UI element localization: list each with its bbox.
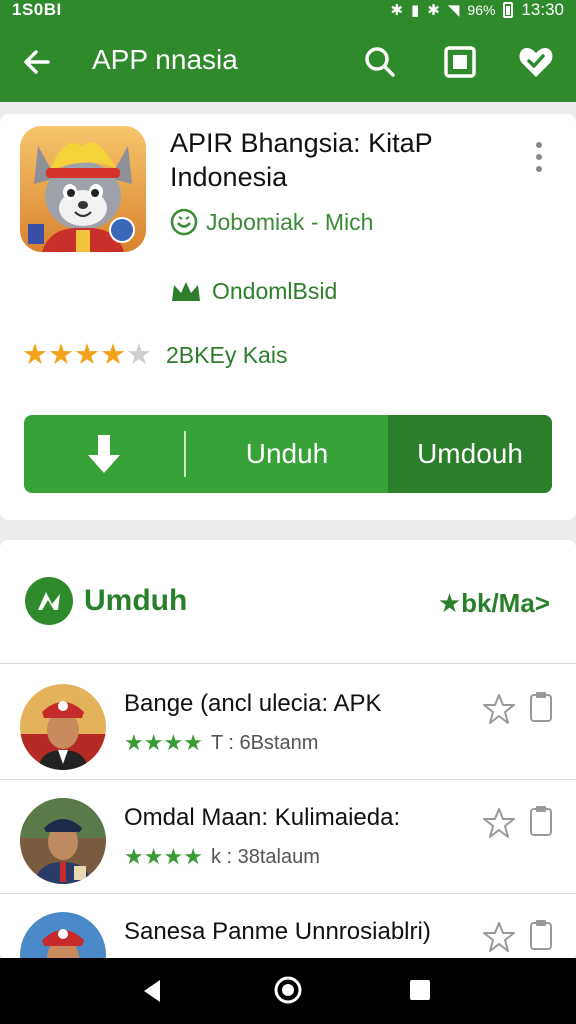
app-title: APIR Bhangsia: KitaP Indonesia [170, 128, 433, 192]
item-title: Sanesa Panme Unnrosiablri) [124, 918, 431, 945]
square-recents-icon [410, 980, 430, 1000]
star-icon: ★ [100, 339, 126, 371]
status-time: 13:30 [521, 0, 564, 19]
clipboard-button[interactable] [528, 918, 554, 952]
favorite-button[interactable] [482, 692, 516, 726]
star-outline-icon [483, 694, 515, 724]
developer-name: Jobomiak - Mich [206, 208, 374, 235]
star-outline-icon [483, 808, 515, 838]
section-header: Umduh ★bk/Ma> [0, 540, 576, 664]
system-nav-bar [0, 958, 576, 1024]
star-icon: ★ [124, 730, 144, 755]
clipboard-icon [530, 692, 552, 722]
star-icon: ★ [74, 339, 100, 371]
clipboard-button[interactable] [528, 690, 554, 724]
avatar [20, 798, 106, 884]
search-button[interactable] [360, 42, 400, 82]
avatar-image [20, 912, 106, 960]
triangle-back-icon [144, 980, 160, 1002]
list-item[interactable]: Bange (ancl ulecia: APK ★ ★ ★ ★ T : 6Bst… [0, 666, 576, 780]
avatar-image [20, 684, 106, 770]
related-apps-section: Umduh ★bk/Ma> Bange (ancl ulecia: APK ★ … [0, 540, 576, 960]
unduh-button[interactable]: Unduh [186, 415, 388, 493]
rating-row: ★ ★ ★ ★ ★ 2BKEy Kais [22, 340, 287, 370]
item-rating: ★ ★ ★ ★ T : 6Bstanm [124, 728, 318, 758]
status-bar: 1S0BI ✱ ▮ ✱ ◥ 96% 13:30 [0, 0, 576, 22]
play-leaf-icon [25, 577, 73, 625]
star-empty-icon: ★ [126, 339, 152, 371]
tab-window-icon [444, 46, 476, 78]
wifi-icon: ◥ [447, 2, 460, 19]
circle-home-icon [274, 976, 302, 1004]
star-icon: ★ [163, 730, 184, 755]
star-icon: ★ [124, 844, 144, 869]
avatar [20, 684, 106, 770]
favorite-button[interactable] [482, 920, 516, 954]
wishlist-button[interactable] [516, 42, 556, 82]
item-title: Bange (ancl ulecia: APK [124, 690, 382, 717]
bluetooth-icon: ✱ [390, 2, 404, 19]
nav-recents-button[interactable] [406, 976, 434, 1004]
install-bar: Unduh Umdouh [24, 415, 552, 493]
smiley-icon [170, 208, 198, 236]
star-icon: ★ [143, 730, 164, 755]
item-meta: k : 38talaum [210, 845, 320, 868]
app-bar: APP nnasia [0, 30, 576, 92]
avatar [20, 912, 106, 960]
category-label: OndomlBsid [212, 278, 338, 304]
star-icon: ★ [183, 844, 203, 869]
nav-back-button[interactable] [138, 976, 168, 1006]
star-icon: ★ [22, 339, 48, 371]
list-item[interactable]: Sanesa Panme Unnrosiablri) [0, 894, 576, 960]
tabs-button[interactable] [440, 42, 480, 82]
status-icons: ✱ ▮ ✱ ◥ 96% 13:30 [390, 0, 564, 20]
more-vert-icon [536, 142, 542, 172]
vibrate-icon: ▮ [411, 2, 420, 19]
app-bar-title: APP nnasia [92, 44, 238, 75]
rating-count: 2BKEy Kais [166, 341, 288, 368]
battery-percent: 96% [467, 2, 496, 18]
category-row[interactable]: OndomlBsid [170, 278, 337, 305]
search-icon [365, 47, 395, 77]
back-arrow-icon [24, 50, 50, 74]
bluetooth-alt-icon: ✱ [427, 2, 440, 19]
developer-row[interactable]: Jobomiak - Mich [170, 208, 373, 236]
download-arrow-icon [88, 435, 120, 473]
clipboard-icon [530, 806, 552, 836]
clipboard-icon [530, 920, 552, 950]
favorite-button[interactable] [482, 806, 516, 840]
star-icon: ★ [143, 844, 164, 869]
list-item[interactable]: Omdal Maan: Kulimaieda: ★ ★ ★ ★ k : 38ta… [0, 780, 576, 894]
star-icon: ★ [183, 730, 203, 755]
item-title: Omdal Maan: Kulimaieda: [124, 804, 401, 831]
app-detail-card: APIR Bhangsia: KitaP Indonesia Jobomiak … [0, 114, 576, 520]
heart-check-icon [519, 48, 553, 77]
avatar-image [20, 798, 106, 884]
back-button[interactable] [18, 42, 58, 82]
crown-icon [172, 281, 200, 301]
battery-icon [503, 2, 514, 18]
section-title: Umduh [84, 584, 188, 617]
star-icon: ★ [48, 339, 74, 371]
app-icon[interactable] [20, 126, 146, 252]
star-icon: ★ [163, 844, 184, 869]
star-outline-icon [483, 922, 515, 952]
item-meta: T : 6Bstanm [210, 731, 319, 754]
item-rating: ★ ★ ★ ★ k : 38talaum [124, 842, 320, 872]
app-icon-image [20, 126, 146, 252]
umdouh-button[interactable]: Umdouh [388, 415, 552, 493]
status-left-text: 1S0BI [12, 0, 62, 19]
see-more-link[interactable]: ★bk/Ma> [438, 588, 550, 619]
nav-home-button[interactable] [272, 974, 304, 1006]
download-icon-button[interactable] [24, 415, 184, 493]
overflow-menu-button[interactable] [528, 140, 550, 174]
top-bar: 1S0BI ✱ ▮ ✱ ◥ 96% 13:30 APP nnasia [0, 0, 576, 102]
clipboard-button[interactable] [528, 804, 554, 838]
